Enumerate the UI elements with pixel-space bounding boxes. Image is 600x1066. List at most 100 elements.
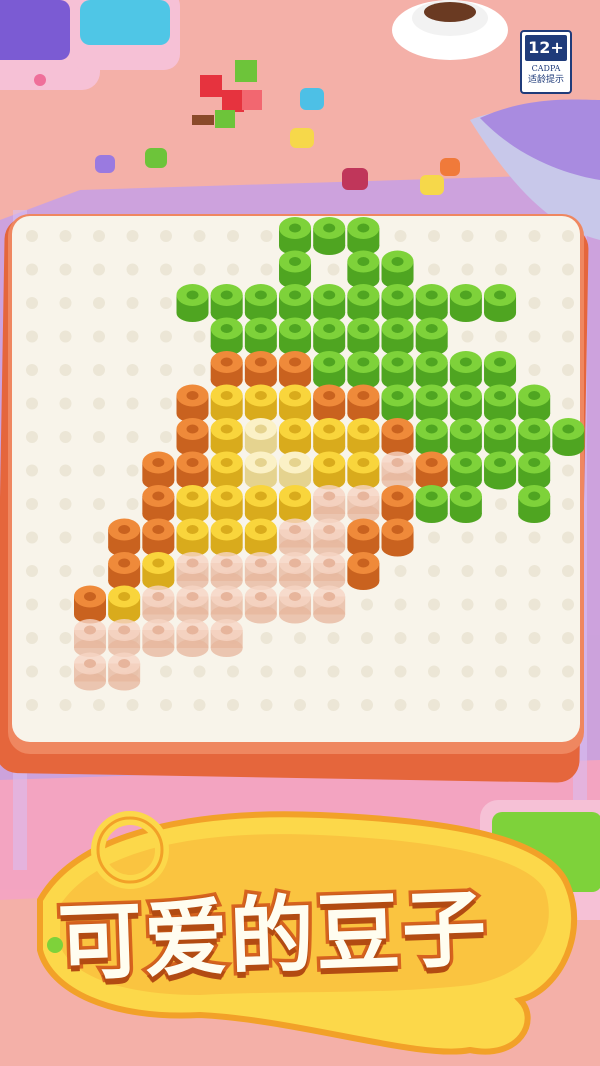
bead-green[interactable] bbox=[347, 284, 380, 322]
bead-orange[interactable] bbox=[142, 518, 175, 557]
bead-green[interactable] bbox=[347, 317, 380, 356]
bead-peach[interactable] bbox=[142, 619, 175, 657]
bead-green[interactable] bbox=[552, 418, 585, 456]
bead-orange[interactable] bbox=[108, 552, 141, 590]
bead-green[interactable] bbox=[415, 351, 448, 389]
bead-green[interactable] bbox=[244, 317, 277, 356]
bead-orange[interactable] bbox=[244, 351, 277, 389]
bead-peach[interactable] bbox=[313, 585, 346, 624]
bead-green[interactable] bbox=[313, 351, 346, 389]
bead-green[interactable] bbox=[449, 284, 482, 322]
bead-green[interactable] bbox=[347, 217, 380, 255]
bead-green[interactable] bbox=[484, 451, 517, 490]
bead-yellow[interactable] bbox=[210, 518, 243, 557]
bead-green[interactable] bbox=[244, 284, 277, 322]
bead-green[interactable] bbox=[381, 384, 414, 423]
bead-yellow[interactable] bbox=[176, 518, 209, 557]
bead-peach[interactable] bbox=[108, 652, 141, 691]
bead-yellow[interactable] bbox=[142, 552, 175, 590]
bead-green[interactable] bbox=[176, 284, 209, 322]
bead-green[interactable] bbox=[449, 451, 482, 490]
bead-peach[interactable] bbox=[74, 652, 106, 691]
bead-orange[interactable] bbox=[176, 418, 209, 456]
bead-orange[interactable] bbox=[279, 351, 312, 389]
bead-orange[interactable] bbox=[142, 485, 175, 523]
bead-peach[interactable] bbox=[381, 451, 414, 490]
bead-peach[interactable] bbox=[313, 518, 346, 557]
bead-green[interactable] bbox=[518, 384, 551, 423]
bead-green[interactable] bbox=[210, 284, 243, 322]
bead-green[interactable] bbox=[415, 485, 448, 523]
bead-yellow[interactable] bbox=[279, 418, 312, 456]
bead-yellow[interactable] bbox=[347, 418, 380, 456]
bead-yellow[interactable] bbox=[210, 485, 243, 523]
bead-pale_yellow[interactable] bbox=[244, 451, 277, 490]
bead-pale_yellow[interactable] bbox=[244, 418, 277, 456]
bead-peach[interactable] bbox=[313, 485, 346, 523]
bead-green[interactable] bbox=[415, 418, 448, 456]
bead-peach[interactable] bbox=[176, 585, 209, 624]
bead-orange[interactable] bbox=[313, 384, 346, 423]
bead-orange[interactable] bbox=[381, 485, 414, 523]
bead-orange[interactable] bbox=[176, 451, 209, 490]
bead-peach[interactable] bbox=[210, 585, 243, 624]
bead-green[interactable] bbox=[415, 384, 448, 423]
bead-green[interactable] bbox=[313, 284, 346, 322]
bead-yellow[interactable] bbox=[244, 518, 277, 557]
bead-green[interactable] bbox=[279, 284, 312, 322]
bead-yellow[interactable] bbox=[210, 418, 243, 456]
bead-orange[interactable] bbox=[74, 585, 106, 624]
bead-orange[interactable] bbox=[176, 384, 209, 423]
bead-green[interactable] bbox=[279, 250, 312, 289]
bead-green[interactable] bbox=[449, 418, 482, 456]
bead-yellow[interactable] bbox=[108, 585, 141, 624]
bead-yellow[interactable] bbox=[244, 384, 277, 423]
bead-peach[interactable] bbox=[244, 585, 277, 624]
bead-green[interactable] bbox=[313, 317, 346, 356]
bead-peach[interactable] bbox=[347, 485, 380, 523]
bead-orange[interactable] bbox=[381, 518, 414, 557]
bead-yellow[interactable] bbox=[210, 451, 243, 490]
bead-orange[interactable] bbox=[108, 518, 141, 557]
bead-yellow[interactable] bbox=[313, 418, 346, 456]
bead-orange[interactable] bbox=[347, 518, 380, 557]
bead-peach[interactable] bbox=[108, 619, 141, 657]
bead-peach[interactable] bbox=[176, 552, 209, 590]
bead-orange[interactable] bbox=[142, 451, 175, 490]
bead-peach[interactable] bbox=[279, 552, 312, 590]
bead-green[interactable] bbox=[484, 384, 517, 423]
bead-yellow[interactable] bbox=[313, 451, 346, 490]
bead-orange[interactable] bbox=[415, 451, 448, 490]
bead-peach[interactable] bbox=[313, 552, 346, 590]
bead-green[interactable] bbox=[381, 317, 414, 356]
bead-green[interactable] bbox=[518, 485, 551, 523]
bead-peach[interactable] bbox=[176, 619, 209, 657]
bead-yellow[interactable] bbox=[210, 384, 243, 423]
bead-orange[interactable] bbox=[381, 418, 414, 456]
bead-green[interactable] bbox=[449, 351, 482, 389]
bead-green[interactable] bbox=[347, 250, 380, 289]
bead-peach[interactable] bbox=[279, 518, 312, 557]
bead-peach[interactable] bbox=[210, 552, 243, 590]
bead-green[interactable] bbox=[381, 284, 414, 322]
bead-peach[interactable] bbox=[210, 619, 243, 657]
bead-yellow[interactable] bbox=[279, 384, 312, 423]
bead-green[interactable] bbox=[279, 217, 312, 255]
bead-peach[interactable] bbox=[244, 552, 277, 590]
bead-yellow[interactable] bbox=[244, 485, 277, 523]
bead-green[interactable] bbox=[381, 351, 414, 389]
bead-green[interactable] bbox=[518, 451, 551, 490]
bead-green[interactable] bbox=[381, 250, 414, 289]
bead-green[interactable] bbox=[449, 384, 482, 423]
bead-green[interactable] bbox=[210, 317, 243, 356]
bead-green[interactable] bbox=[415, 284, 448, 322]
bead-pale_yellow[interactable] bbox=[279, 451, 312, 490]
bead-yellow[interactable] bbox=[347, 451, 380, 490]
bead-green[interactable] bbox=[484, 284, 517, 322]
bead-yellow[interactable] bbox=[176, 485, 209, 523]
bead-green[interactable] bbox=[415, 317, 448, 356]
bead-green[interactable] bbox=[347, 351, 380, 389]
bead-peach[interactable] bbox=[142, 585, 175, 624]
bead-peach[interactable] bbox=[74, 619, 106, 657]
bead-orange[interactable] bbox=[347, 384, 380, 423]
